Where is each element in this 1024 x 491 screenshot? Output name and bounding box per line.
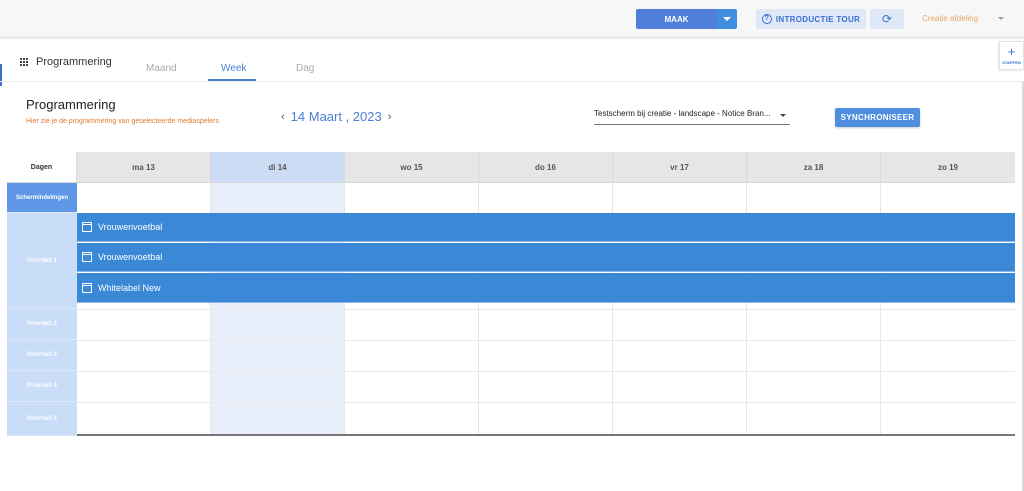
week-calendar: Dagen ma 13 di 14 wo 15 do 16 vr 17 za 1… — [7, 152, 1015, 436]
nav-divider — [0, 81, 1024, 82]
page-title: Programmering — [26, 97, 116, 112]
tab-week[interactable]: Week — [221, 63, 246, 74]
stappen-label: STAPPEN — [1002, 60, 1021, 65]
day-header-sun[interactable]: zo 19 — [881, 152, 1015, 183]
grid-icon — [20, 57, 29, 67]
row-label-prioriteit-5: Prioriteit 5 — [7, 402, 77, 436]
row-label-schermindelingen: Schermindelingen — [7, 183, 77, 213]
calendar-event[interactable]: Vrouwenvoetbal — [77, 243, 1015, 272]
calendar-icon — [82, 282, 92, 293]
day-header-mon[interactable]: ma 13 — [77, 152, 211, 183]
maak-button[interactable]: MAAK — [636, 9, 717, 29]
calendar-event[interactable]: Whitelabel New — [77, 273, 1015, 303]
row-label-prioriteit-3: Prioriteit 3 — [7, 340, 77, 371]
day-header-fri[interactable]: vr 17 — [613, 152, 747, 183]
refresh-button[interactable]: ⟳ — [870, 9, 904, 29]
chevron-left-icon[interactable]: ‹ — [281, 111, 285, 123]
tab-dag[interactable]: Dag — [296, 63, 314, 74]
calendar-event[interactable]: Vrouwenvoetbal — [77, 213, 1015, 242]
tab-maand[interactable]: Maand — [146, 63, 177, 74]
row-label-prioriteit-2: Prioriteit 2 — [7, 309, 77, 340]
introductie-tour-label: INTRODUCTIE TOUR — [775, 14, 861, 24]
top-bar: MAAK ? INTRODUCTIE TOUR ⟳ Creatie afdeli… — [0, 0, 1024, 38]
page-subtitle: Hier zie je de programmering van geselec… — [26, 118, 219, 125]
calendar-icon — [82, 252, 92, 262]
chevron-right-icon[interactable]: › — [388, 111, 392, 123]
event-title: Vrouwenvoetbal — [98, 252, 163, 262]
chevron-down-icon[interactable] — [780, 114, 786, 117]
event-title: Whitelabel New — [98, 282, 161, 293]
day-header-wed[interactable]: wo 15 — [345, 152, 479, 183]
row-divider — [77, 371, 1015, 372]
calendar-icon — [82, 222, 92, 232]
synchroniseer-button[interactable]: SYNCHRONISEER — [835, 108, 920, 127]
day-header-tue[interactable]: di 14 — [211, 152, 345, 183]
refresh-icon: ⟳ — [881, 12, 893, 26]
day-header-thu[interactable]: do 16 — [479, 152, 613, 183]
row-label-prioriteit-4: Prioriteit 4 — [7, 371, 77, 402]
row-divider — [77, 340, 1015, 341]
maak-dropdown-toggle[interactable] — [717, 9, 737, 29]
calendar-bottom-border — [77, 434, 1015, 436]
mediaplayer-select[interactable]: Testscherm bij creatie - landscape - Not… — [594, 109, 790, 125]
row-divider — [77, 402, 1015, 403]
corner-header: Dagen — [7, 152, 77, 183]
row-divider — [77, 309, 1015, 310]
event-title: Vrouwenvoetbal — [98, 222, 163, 232]
help-circle-icon: ? — [761, 14, 772, 24]
day-header-sat[interactable]: za 18 — [747, 152, 881, 183]
row-label-prioriteit-1: Prioriteit 1 — [7, 213, 77, 309]
current-date-label: 14 Maart , 2023 — [290, 109, 382, 124]
chevron-down-icon[interactable] — [998, 17, 1004, 20]
nav-title-label: Programmering — [36, 56, 112, 68]
left-accent-bar — [0, 64, 2, 86]
nav-title: Programmering — [20, 56, 112, 68]
plus-icon: + — [1007, 44, 1016, 59]
date-navigator: ‹ 14 Maart , 2023 › — [275, 109, 397, 124]
organization-select[interactable]: Creatie afdeling — [922, 14, 978, 23]
introductie-tour-button[interactable]: ? INTRODUCTIE TOUR — [756, 9, 866, 29]
stappen-button[interactable]: + STAPPEN — [999, 41, 1024, 70]
